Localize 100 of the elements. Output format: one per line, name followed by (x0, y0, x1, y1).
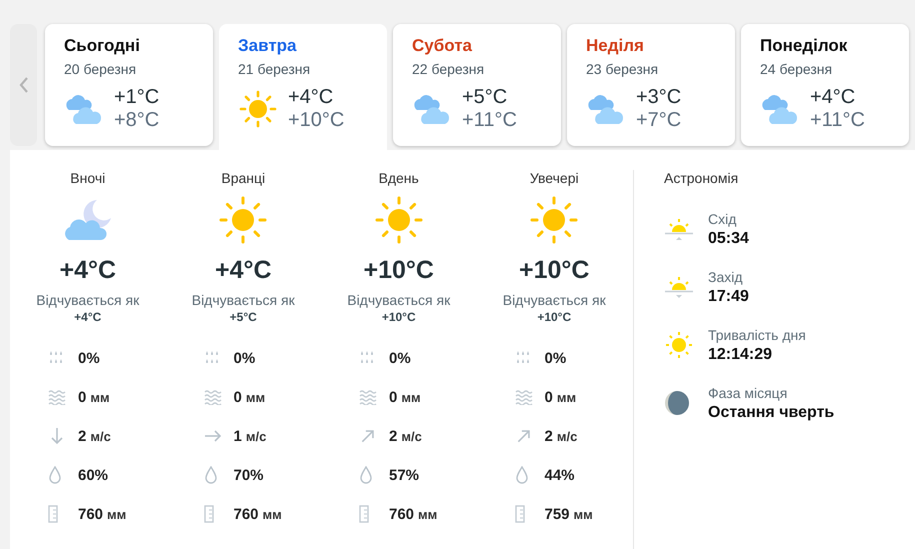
astronomy-label: Схід (708, 210, 738, 226)
waves-icon (514, 389, 532, 405)
min-temperature: +5°C (462, 86, 508, 109)
astronomy-value: 05:34 (708, 230, 749, 248)
stat-value: 0% (234, 350, 256, 366)
day-name: Субота (412, 36, 473, 56)
min-temperature: +4°C (810, 86, 856, 109)
max-temperature: +10°C (288, 109, 344, 132)
max-temperature: +7°C (636, 109, 682, 132)
day-date: 22 березня (412, 61, 486, 77)
previous-button[interactable] (10, 24, 37, 146)
astronomy-label: Фаза місяця (708, 384, 788, 400)
drop-icon (514, 466, 528, 484)
astronomy-value: Остання чверть (708, 404, 834, 422)
feels-like-value: +4°C (74, 310, 102, 324)
drop-icon (48, 466, 62, 484)
temperature: +4°C (214, 256, 272, 285)
day-tab[interactable]: Завтра 21 березня +4°C +10°C (219, 24, 387, 151)
gauge-icon (48, 505, 58, 523)
day-date: 20 березня (64, 61, 138, 77)
clouds-icon (760, 92, 800, 126)
day-name: Сьогодні (64, 36, 141, 56)
rain-icon (48, 350, 64, 366)
stat-value: 0% (544, 350, 566, 366)
moon-phase-icon (664, 390, 690, 416)
temperature: +10°C (364, 256, 434, 285)
stat-value: 70% (234, 466, 264, 484)
day-name: Завтра (238, 36, 298, 56)
day-date: 21 березня (238, 61, 312, 77)
stat-value: 2 м/с (78, 428, 111, 444)
waves-icon (48, 389, 66, 405)
clouds-icon (586, 92, 626, 126)
stat-value: 2 м/с (389, 428, 422, 444)
rain-icon (204, 350, 220, 366)
stat-value: 760 мм (234, 506, 282, 522)
day-tab[interactable]: Понеділок 24 березня +4°C +11°C (741, 24, 909, 146)
stat-value: 760 мм (78, 506, 126, 522)
min-temperature: +4°C (288, 86, 334, 109)
sunrise-icon (664, 216, 694, 242)
feels-like-label: Відчувається як (502, 292, 606, 308)
sun-icon (238, 89, 278, 129)
stat-value: 0% (78, 350, 100, 366)
gauge-icon (514, 505, 524, 523)
stat-value: 57% (389, 466, 420, 484)
drop-icon (359, 466, 373, 484)
max-temperature: +8°C (114, 109, 160, 132)
stat-value: 0 мм (544, 388, 576, 406)
day-tab[interactable]: Сьогодні 20 березня +1°C +8°C (45, 24, 213, 146)
stat-value: 759 мм (544, 506, 593, 522)
astronomy-label: Захід (708, 268, 744, 284)
feels-like-label: Відчувається як (347, 292, 450, 308)
rain-icon (514, 350, 530, 366)
waves-icon (359, 389, 377, 405)
day-name: Понеділок (760, 36, 848, 56)
clouds-icon (64, 92, 104, 126)
period-name: Вдень (378, 170, 419, 186)
sunset-icon (664, 274, 694, 300)
stat-value: 2 м/с (544, 428, 578, 444)
max-temperature: +11°C (462, 109, 517, 132)
day-date: 24 березня (760, 61, 834, 77)
astronomy-value: 17:49 (708, 288, 749, 306)
feels-like-label: Відчувається як (192, 292, 295, 308)
astronomy-label: Тривалість дня (708, 326, 806, 342)
feels-like-label: Відчувається як (36, 292, 140, 308)
stat-value: 0% (389, 350, 411, 366)
gauge-icon (359, 505, 369, 523)
stat-value: 44% (544, 466, 575, 484)
period-name: Вранці (221, 170, 266, 186)
sun-icon (219, 196, 268, 244)
chevron-left-icon (18, 76, 30, 94)
period-name: Вночі (70, 170, 106, 186)
gauge-icon (204, 505, 214, 523)
stat-value: 0 мм (389, 388, 421, 406)
stat-value: 1 м/с (234, 428, 266, 444)
astronomy-title: Астрономія (664, 170, 740, 186)
sun-icon (374, 196, 423, 244)
min-temperature: +1°C (114, 86, 160, 109)
waves-icon (204, 389, 222, 405)
day-date: 23 березня (586, 61, 660, 77)
sun-icon (530, 196, 578, 244)
day-tab[interactable]: Субота 22 березня +5°C +11°C (393, 24, 561, 146)
stat-value: 0 мм (234, 388, 266, 406)
period-name: Увечері (530, 170, 579, 186)
astronomy-value: 12:14:29 (708, 346, 774, 364)
temperature: +10°C (519, 256, 590, 285)
stat-value: 760 мм (389, 506, 438, 522)
stat-value: 60% (78, 466, 108, 484)
clouds-icon (412, 92, 452, 126)
drop-icon (204, 466, 218, 484)
temperature: +4°C (59, 256, 116, 285)
stat-value: 0 мм (78, 388, 110, 406)
max-temperature: +11°C (810, 109, 865, 132)
feels-like-value: +5°C (230, 310, 257, 324)
sun-icon (664, 330, 694, 360)
day-tab[interactable]: Неділя 23 березня +3°C +7°C (567, 24, 735, 146)
rain-icon (359, 350, 375, 366)
feels-like-value: +10°C (537, 310, 572, 324)
min-temperature: +3°C (636, 86, 682, 109)
day-name: Неділя (586, 36, 645, 56)
feels-like-value: +10°C (382, 310, 416, 324)
